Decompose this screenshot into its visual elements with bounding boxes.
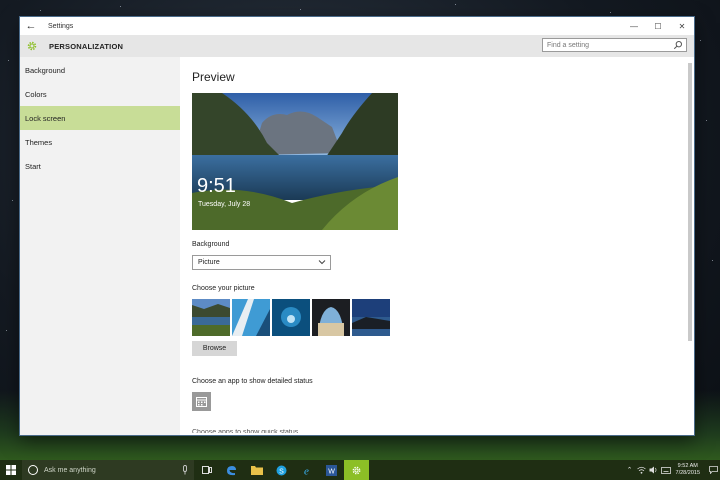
- close-icon: ✕: [678, 21, 686, 31]
- system-tray: ⌃ 9:52 AM 7/28/2015: [624, 460, 720, 480]
- lock-screen-preview: 9:51 Tuesday, July 28: [192, 93, 398, 230]
- svg-text:e: e: [304, 465, 309, 476]
- windows-logo-icon: [6, 465, 16, 475]
- cortana-icon: [28, 465, 38, 475]
- action-center-button[interactable]: [706, 460, 720, 480]
- system-clock[interactable]: 9:52 AM 7/28/2015: [676, 463, 700, 477]
- detailed-status-label: Choose an app to show detailed status: [192, 378, 313, 385]
- task-view-icon: [201, 466, 212, 474]
- cortana-search-box[interactable]: Ask me anything: [22, 460, 194, 480]
- search-icon[interactable]: [673, 40, 683, 50]
- sidebar-item-colors[interactable]: Colors: [20, 82, 180, 106]
- back-button[interactable]: ←: [20, 17, 42, 35]
- svg-text:W: W: [328, 468, 335, 475]
- picture-thumbnail-lake[interactable]: [192, 299, 230, 336]
- page-title: PERSONALIZATION: [49, 41, 124, 51]
- cortana-placeholder: Ask me anything: [44, 466, 96, 474]
- show-hidden-icons-button[interactable]: ⌃: [624, 460, 636, 480]
- picture-thumbnail-coastline[interactable]: [352, 299, 390, 336]
- sidebar-item-start[interactable]: Start: [20, 154, 180, 178]
- preview-clock: 9:51: [197, 175, 236, 197]
- sidebar-item-label: Colors: [25, 89, 47, 99]
- maximize-icon: ☐: [654, 21, 662, 31]
- skype-icon: S: [276, 465, 287, 475]
- network-button[interactable]: [636, 460, 648, 480]
- clock-date: 7/28/2015: [675, 470, 700, 476]
- microphone-icon[interactable]: [182, 465, 188, 475]
- gear-icon: [352, 466, 361, 474]
- word-button[interactable]: W: [319, 460, 344, 480]
- background-dropdown-value: Picture: [198, 259, 220, 266]
- sidebar-item-label: Lock screen: [25, 113, 66, 123]
- chevron-down-icon: [318, 260, 326, 265]
- chevron-up-icon: ⌃: [626, 467, 633, 474]
- picture-thumbnail-ice-cave[interactable]: [272, 299, 310, 336]
- sidebar-item-label: Background: [25, 65, 66, 75]
- choose-picture-label: Choose your picture: [192, 285, 255, 292]
- sidebar: Background Colors Lock screen Themes Sta…: [20, 57, 180, 435]
- search-placeholder: Find a setting: [547, 41, 590, 49]
- page-header: PERSONALIZATION Find a setting: [20, 35, 694, 57]
- calendar-icon: [196, 397, 207, 407]
- browse-button[interactable]: Browse: [192, 341, 237, 356]
- minimize-button[interactable]: —: [622, 17, 646, 35]
- svg-text:S: S: [279, 468, 284, 475]
- background-label: Background: [192, 241, 230, 248]
- picture-thumbnails: [192, 299, 390, 336]
- picture-thumbnail-beach-cave[interactable]: [312, 299, 350, 336]
- back-arrow-icon: ←: [25, 20, 37, 32]
- skype-button[interactable]: S: [269, 460, 294, 480]
- sidebar-item-themes[interactable]: Themes: [20, 130, 180, 154]
- volume-icon: [649, 466, 657, 474]
- notification-icon: [708, 466, 718, 474]
- word-icon: W: [326, 464, 337, 476]
- window-controls: — ☐ ✕: [622, 17, 694, 35]
- background-dropdown[interactable]: Picture: [192, 255, 331, 270]
- maximize-button[interactable]: ☐: [646, 17, 670, 35]
- wifi-icon: [637, 466, 646, 474]
- keyboard-button[interactable]: [660, 460, 672, 480]
- sidebar-item-label: Themes: [25, 137, 53, 147]
- file-explorer-button[interactable]: [244, 460, 269, 480]
- preview-heading: Preview: [192, 70, 235, 84]
- title-bar: ← Settings — ☐ ✕: [20, 17, 694, 35]
- sidebar-item-label: Start: [25, 161, 41, 171]
- close-button[interactable]: ✕: [670, 17, 694, 35]
- scrollbar[interactable]: [688, 63, 692, 341]
- sidebar-item-background[interactable]: Background: [20, 58, 180, 82]
- task-view-button[interactable]: [194, 460, 219, 480]
- keyboard-icon: [660, 466, 671, 474]
- window-title: Settings: [48, 22, 74, 30]
- gear-icon: [27, 41, 37, 51]
- internet-explorer-icon: e: [304, 465, 309, 476]
- taskbar: Ask me anything S e W ⌃ 9:52 AM 7/28/201…: [0, 460, 720, 480]
- edge-browser-icon: [227, 465, 236, 475]
- picture-thumbnail-waterfall[interactable]: [232, 299, 270, 336]
- volume-button[interactable]: [648, 460, 660, 480]
- detailed-status-app-button[interactable]: [192, 392, 211, 411]
- quick-status-label: Choose apps to show quick status: [192, 429, 299, 433]
- edge-button[interactable]: [219, 460, 244, 480]
- minimize-icon: —: [630, 21, 638, 31]
- settings-taskbar-button[interactable]: [344, 460, 369, 480]
- lake-landscape-image: [192, 93, 398, 230]
- folder-icon: [250, 466, 263, 475]
- internet-explorer-button[interactable]: e: [294, 460, 319, 480]
- main-content: Preview 9:51 Tuesday, July 28 Background…: [180, 57, 694, 435]
- search-input[interactable]: Find a setting: [542, 38, 687, 52]
- clock-time: 9:52 AM: [677, 463, 698, 469]
- start-button[interactable]: [0, 460, 22, 480]
- settings-window: ← Settings — ☐ ✕ PERSONALIZATION Find a …: [20, 17, 694, 435]
- sidebar-item-lock-screen[interactable]: Lock screen: [20, 106, 180, 130]
- preview-date: Tuesday, July 28: [198, 201, 251, 208]
